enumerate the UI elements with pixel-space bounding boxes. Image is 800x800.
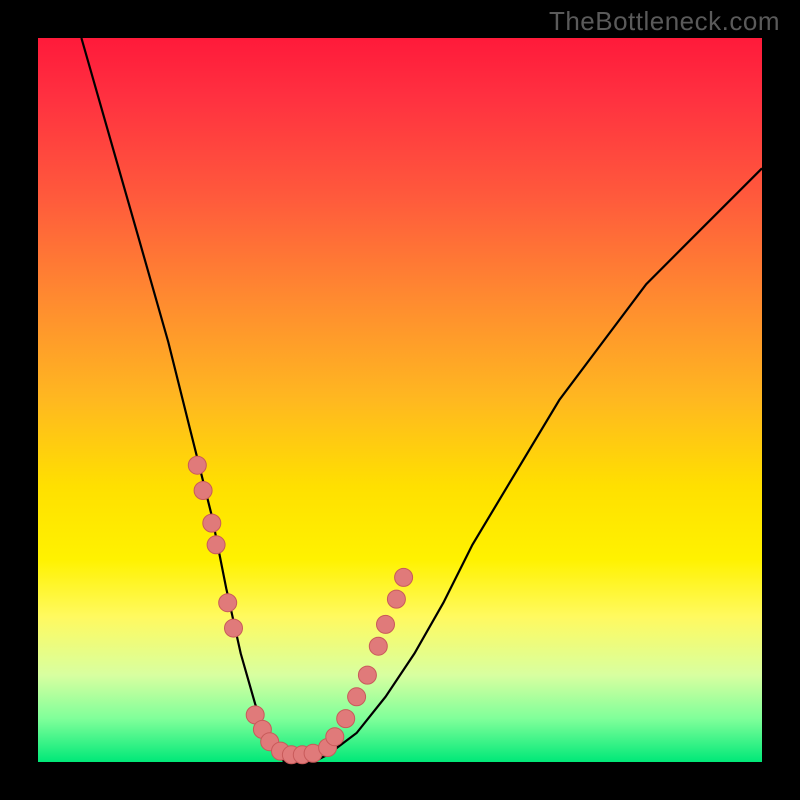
highlight-dot (326, 728, 344, 746)
highlight-dot (203, 514, 221, 532)
curve-line (81, 38, 762, 762)
bottleneck-curve (81, 38, 762, 762)
highlight-dot (358, 666, 376, 684)
watermark-label: TheBottleneck.com (549, 6, 780, 37)
highlight-dot (225, 619, 243, 637)
highlight-dot (188, 456, 206, 474)
chart-frame: TheBottleneck.com (0, 0, 800, 800)
highlight-dot (377, 615, 395, 633)
highlight-dot (194, 482, 212, 500)
highlight-dot (395, 568, 413, 586)
highlight-dot (207, 536, 225, 554)
highlight-dot (219, 594, 237, 612)
highlight-dot (337, 710, 355, 728)
plot-area (38, 38, 762, 762)
chart-svg (38, 38, 762, 762)
highlight-dot (348, 688, 366, 706)
highlight-dots (188, 456, 412, 764)
highlight-dot (369, 637, 387, 655)
highlight-dot (387, 590, 405, 608)
